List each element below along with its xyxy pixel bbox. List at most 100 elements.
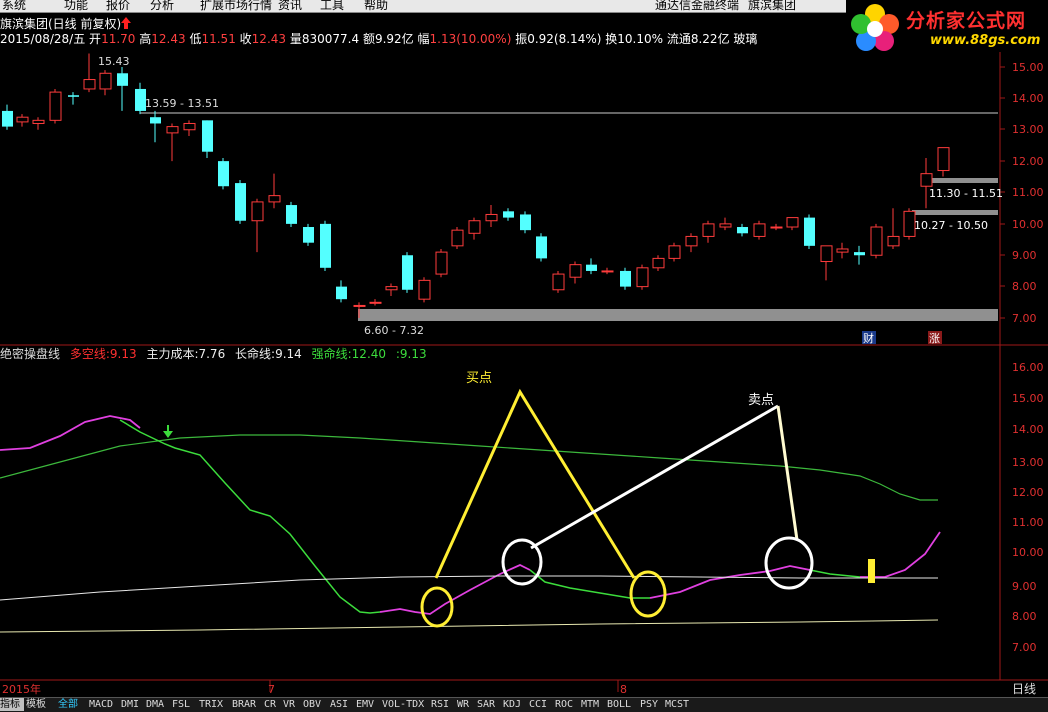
sell-signal-line — [776, 405, 799, 541]
candle-body — [870, 226, 883, 256]
candle-body — [166, 126, 179, 134]
chart-area: 15.00 14.00 13.00 12.00 11.00 10.00 9.00… — [0, 52, 1048, 696]
date-axis-august: 8 — [620, 683, 627, 696]
tab-dmi[interactable]: DMI — [121, 698, 139, 711]
indicator-tick: 13.00 — [1012, 456, 1044, 469]
candle-body — [702, 223, 715, 237]
indicator-tick: 8.00 — [1012, 610, 1037, 623]
price-tick: 13.00 — [1012, 123, 1044, 136]
indicator-value-1: 9.13 — [110, 347, 137, 361]
candle-body — [235, 183, 246, 221]
candle-body — [451, 229, 464, 247]
candle-body — [218, 161, 229, 187]
tab-emv[interactable]: EMV — [356, 698, 374, 711]
tab-brar[interactable]: BRAR — [232, 698, 256, 711]
candle-body — [16, 116, 29, 123]
strong-line — [119, 419, 381, 614]
candle-body — [99, 72, 112, 90]
cost-line-lower — [0, 619, 939, 633]
candle-body — [336, 286, 347, 300]
candle-body — [920, 173, 933, 187]
candle-body — [402, 255, 413, 290]
candle-body — [636, 267, 649, 288]
tab-dma[interactable]: DMA — [146, 698, 164, 711]
indicator-label-3: 长命线: — [235, 346, 275, 361]
tab-boll[interactable]: BOLL — [607, 698, 631, 711]
candle-body — [569, 264, 582, 278]
candle-body — [668, 245, 681, 259]
candle-body — [652, 257, 665, 269]
tab-cci[interactable]: CCI — [529, 698, 547, 711]
candle-body — [854, 252, 865, 256]
indicator-label-4: 强命线: — [312, 346, 352, 361]
sell-point-circle — [501, 538, 543, 586]
candle-body — [685, 235, 698, 247]
date-axis-july: 7 — [268, 683, 275, 696]
indicator-tick: 11.00 — [1012, 516, 1044, 529]
candle-body — [937, 147, 950, 172]
candle-body — [385, 286, 398, 291]
price-tick: 15.00 — [1012, 61, 1044, 74]
candlesticks — [2, 53, 950, 318]
indicator-tick: 7.00 — [1012, 641, 1037, 654]
tab-macd[interactable]: MACD — [89, 698, 113, 711]
tab-kdj[interactable]: KDJ — [503, 698, 521, 711]
candle-body — [620, 270, 631, 287]
high-mark-label: 15.43 — [98, 55, 130, 68]
candle-body — [353, 304, 366, 307]
signal-bar — [868, 559, 875, 583]
tab-sar[interactable]: SAR — [477, 698, 495, 711]
tab-psy[interactable]: PSY — [640, 698, 658, 711]
tab-wr[interactable]: WR — [457, 698, 469, 711]
candle-body — [320, 223, 331, 268]
candle-body — [836, 248, 849, 253]
candle-body — [183, 122, 196, 131]
date-axis-year: 2015年 — [2, 682, 41, 696]
candle-body — [468, 220, 481, 234]
financial-tag-label: 财 — [863, 331, 874, 345]
tab-template[interactable]: 模板 — [26, 698, 46, 711]
down-arrow-icon — [163, 425, 173, 438]
candle-body — [2, 110, 13, 127]
buy-signal-line — [434, 388, 636, 579]
tab-mtm[interactable]: MTM — [581, 698, 599, 711]
candle-body — [303, 227, 314, 243]
range-bar — [928, 178, 998, 183]
candle-body — [786, 217, 799, 228]
indicator-tick: 15.00 — [1012, 392, 1044, 405]
tab-obv[interactable]: OBV — [303, 698, 321, 711]
indicator-value-5: 9.13 — [400, 347, 427, 361]
buy-label: 买点 — [466, 371, 492, 386]
indicator-axis: 16.00 15.00 14.00 13.00 12.00 11.00 10.0… — [1012, 361, 1044, 654]
candle-body — [485, 213, 498, 222]
tab-fsl[interactable]: FSL — [172, 698, 190, 711]
candle-body — [586, 264, 597, 271]
price-tick: 10.00 — [1012, 218, 1044, 231]
candle-body — [887, 235, 900, 247]
indicator-tick: 16.00 — [1012, 361, 1044, 374]
indicator-title-row: 绝密操盘线 多空线:9.13 主力成本:7.76 长命线:9.14 强命线:12… — [0, 346, 427, 361]
tab-indicator[interactable]: 指标 — [0, 698, 24, 711]
tab-all[interactable]: 全部 — [58, 698, 78, 711]
tab-trix[interactable]: TRIX — [199, 698, 223, 711]
candle-body — [753, 223, 766, 237]
candle-body — [503, 211, 514, 218]
candle-body — [418, 279, 431, 300]
sell-point-circle — [764, 536, 814, 590]
range-label: 11.30 - 11.51 — [929, 187, 1003, 200]
price-tick: 7.00 — [1012, 312, 1037, 325]
candle-body — [268, 195, 281, 203]
indicator-tick: 12.00 — [1012, 486, 1044, 499]
tab-vr[interactable]: VR — [283, 698, 295, 711]
tab-cr[interactable]: CR — [264, 698, 276, 711]
tab-asi[interactable]: ASI — [330, 698, 348, 711]
tab-roc[interactable]: ROC — [555, 698, 573, 711]
tab-vol-tdx[interactable]: VOL-TDX — [382, 698, 424, 711]
multi-empty-line — [379, 564, 531, 615]
tab-rsi[interactable]: RSI — [431, 698, 449, 711]
candle-body — [536, 236, 547, 259]
tab-mcst[interactable]: MCST — [665, 698, 689, 711]
buy-point-circle — [420, 586, 454, 628]
buy-point-circle — [629, 570, 667, 618]
candle-body — [435, 251, 448, 275]
